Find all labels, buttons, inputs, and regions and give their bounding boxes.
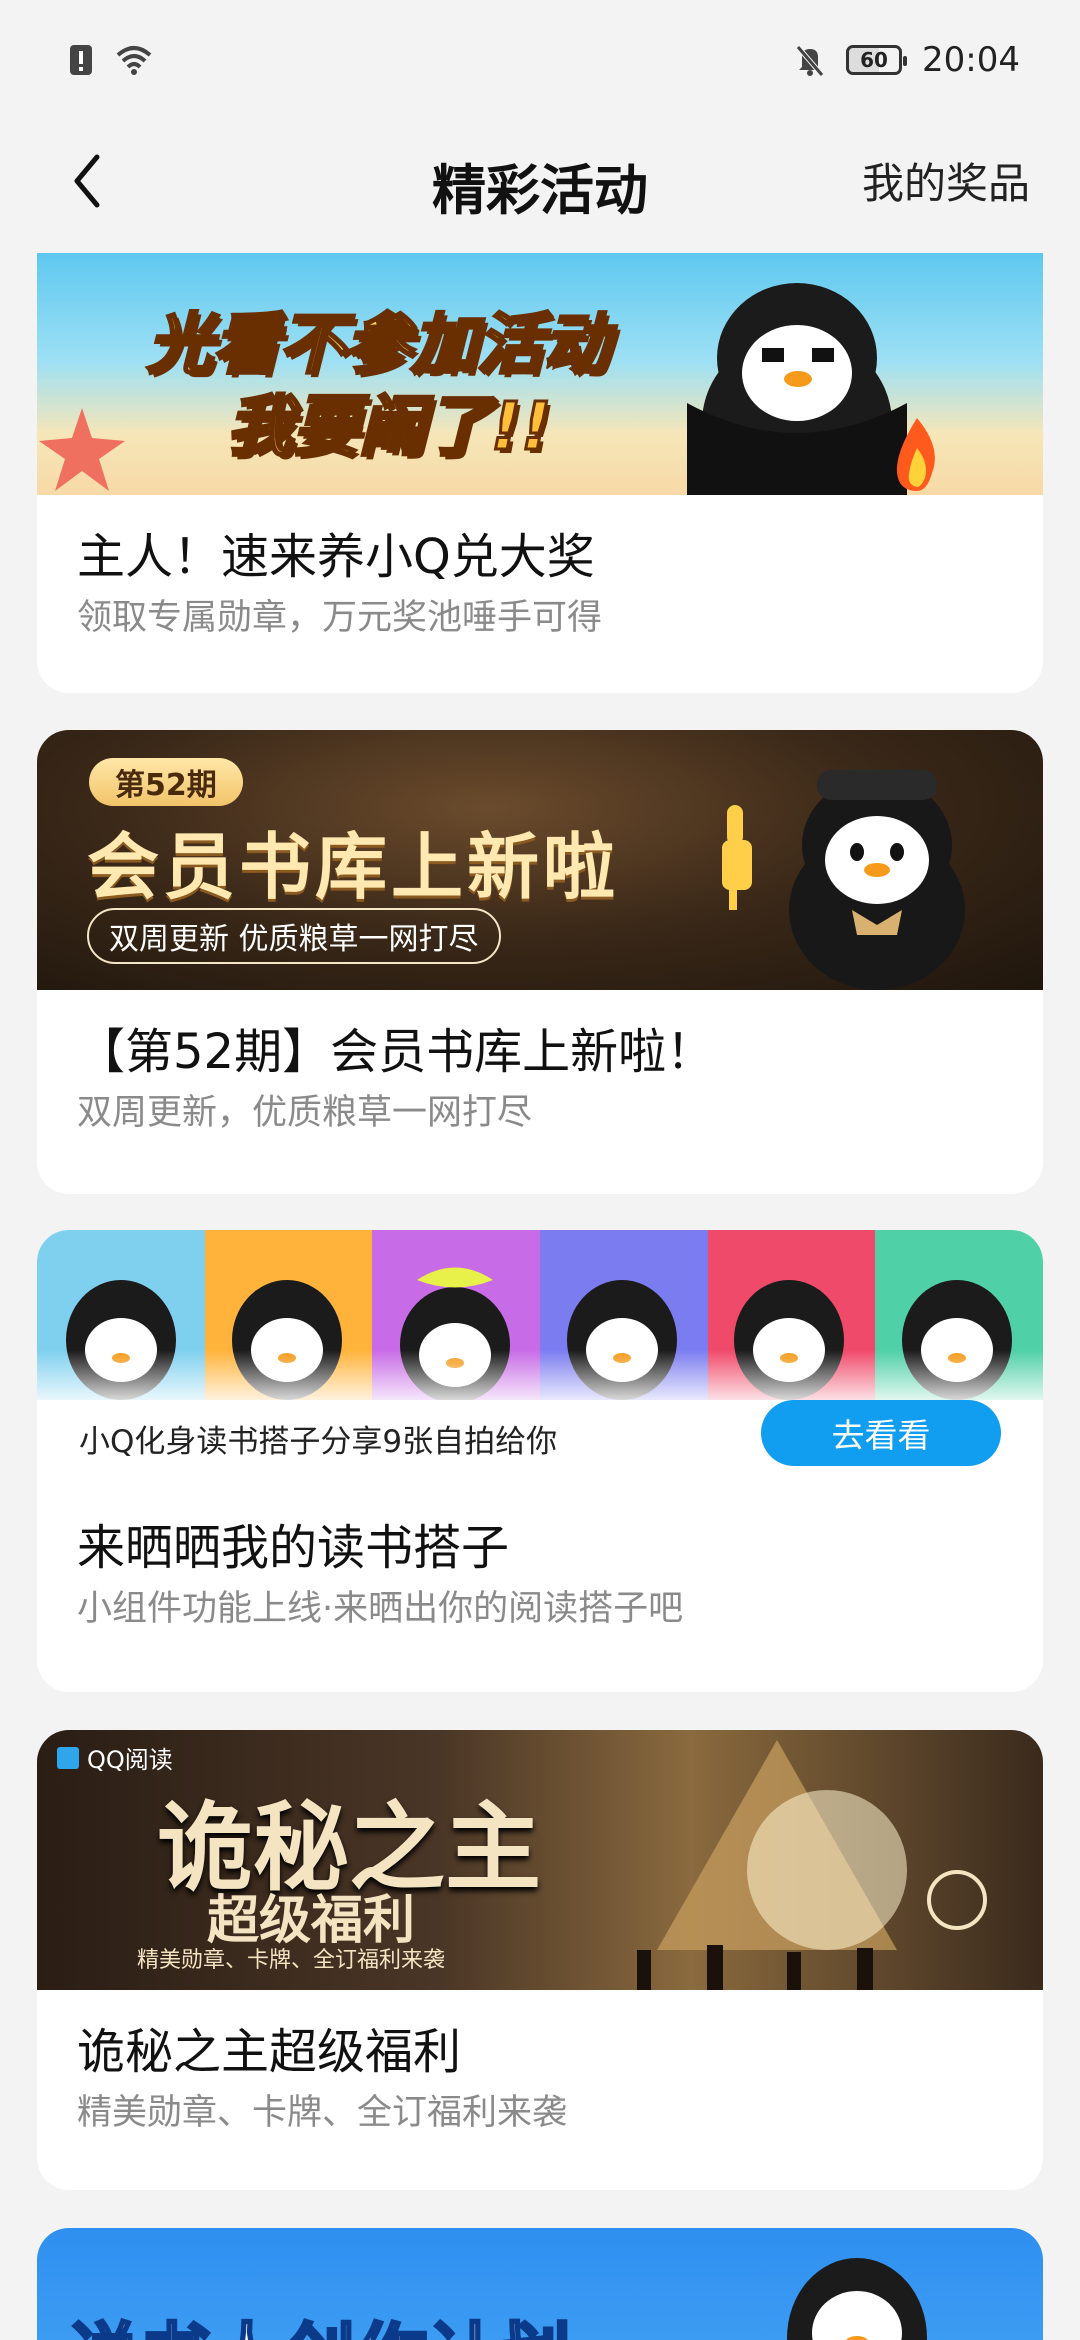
activity-banner: 光看不参加活动 我要闹了!! [37,253,1043,495]
banner-headline: 会员书库上新啦 [87,825,620,909]
activity-banner: 小Q化身读书搭子分享9张自拍给你 去看看 [37,1230,1043,1486]
chevron-left-icon [74,154,100,208]
card-body: 来晒晒我的读书搭子 小组件功能上线·来晒出你的阅读搭子吧 [37,1486,1043,1634]
card-title: 【第52期】会员书库上新啦！ [77,1024,715,1080]
banner-headline-2: 我要闹了!! [225,387,552,467]
nav-bar: 精彩活动 我的奖品 [0,120,1080,250]
starfish-icon [39,408,125,491]
banner-tagline: 精美勋章、卡牌、全订福利来袭 [137,1948,446,1973]
card-title: 来晒晒我的读书搭子 [77,1520,510,1576]
card-subtitle: 双周更新，优质粮草一网打尽 [77,1093,533,1133]
qq-read-logo: QQ阅读 [57,1740,173,1775]
card-subtitle: 精美勋章、卡牌、全订福利来袭 [77,2093,568,2133]
battery-level: 60 [860,48,888,72]
status-time: 20:04 [922,40,1020,80]
card-subtitle: 领取专属勋章，万元奖池唾手可得 [77,598,603,638]
mute-bell-icon [796,45,824,77]
status-left [68,43,154,77]
status-bar: 60 20:04 [0,0,1080,120]
issue-badge: 第52期 [89,758,243,806]
card-body: 主人！速来养小Q兑大奖 领取专属勋章，万元奖池唾手可得 [37,495,1043,643]
qq-read-icon [57,1746,79,1769]
thumbs-up-icon [722,805,752,910]
back-button[interactable] [56,146,116,216]
activity-card[interactable]: QQ阅读 诡秘之主 超级福利 精美勋章、卡牌、全订福利来袭 诡秘之主超级福利 精… [37,1730,1043,2190]
banner-headline: 说书人创作计划 [65,2298,572,2340]
penguin-mascot-icon [789,770,965,990]
activity-card[interactable]: 小Q化身读书搭子分享9张自拍给你 去看看 来晒晒我的读书搭子 小组件功能上线·来… [37,1230,1043,1692]
card-body: 诡秘之主超级福利 精美勋章、卡牌、全订福利来袭 [37,1990,1043,2138]
flame-icon [896,418,935,491]
card-title: 主人！速来养小Q兑大奖 [77,529,595,585]
card-title: 诡秘之主超级福利 [77,2024,462,2080]
activity-feed[interactable]: 光看不参加活动 我要闹了!! 主人！速来养小Q兑大奖 领取专属勋章，万元奖池唾手 [0,250,1080,2340]
banner-caption: 小Q化身读书搭子分享9张自拍给你 [79,1424,558,1460]
activity-banner: 说书人创作计划 [37,2228,1043,2340]
activity-banner: 第52期 会员书库上新啦 双周更新 优质粮草一网打尽 [37,730,1043,990]
card-body: 【第52期】会员书库上新啦！ 双周更新，优质粮草一网打尽 [37,990,1043,1138]
battery-indicator: 60 [846,45,908,75]
activity-card[interactable]: 说书人创作计划 [37,2228,1043,2340]
alert-icon [70,45,92,75]
page-title: 精彩活动 [432,158,648,222]
activity-card[interactable]: 第52期 会员书库上新啦 双周更新 优质粮草一网打尽 【第52期】会员书库上新啦… [37,730,1043,1194]
card-subtitle: 小组件功能上线·来晒出你的阅读搭子吧 [77,1589,684,1629]
scene-illustration-icon [637,1740,987,1990]
penguin-mascot-icon [787,2258,927,2340]
status-right: 60 20:04 [794,40,1020,80]
banner-pill: 双周更新 优质粮草一网打尽 [87,908,501,964]
wifi-icon [116,46,152,75]
activity-card[interactable]: 光看不参加活动 我要闹了!! 主人！速来养小Q兑大奖 领取专属勋章，万元奖池唾手 [37,253,1043,693]
go-see-button[interactable]: 去看看 [761,1400,1001,1466]
activity-banner: QQ阅读 诡秘之主 超级福利 精美勋章、卡牌、全订福利来袭 [37,1730,1043,1990]
my-prizes-link[interactable]: 我的奖品 [862,150,1030,211]
